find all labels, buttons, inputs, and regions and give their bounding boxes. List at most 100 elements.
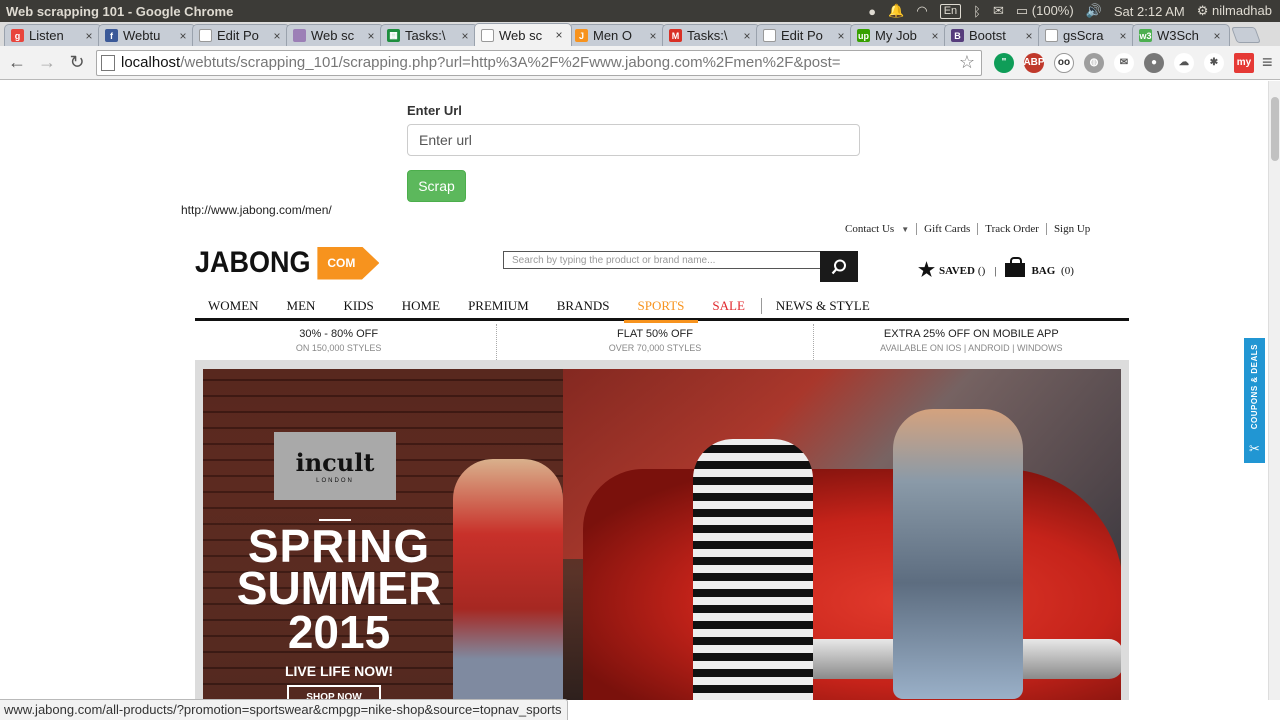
tab-favicon-icon: up <box>857 29 870 42</box>
close-icon[interactable]: × <box>459 29 471 43</box>
nav-item-sports[interactable]: SPORTS <box>623 292 699 323</box>
new-tab-button[interactable] <box>1231 27 1261 43</box>
wifi-icon[interactable]: ◠ <box>916 3 927 19</box>
nav-item-brands[interactable]: BRANDS <box>543 292 624 320</box>
promo-subtitle: AVAILABLE ON IOS | ANDROID | WINDOWS <box>880 343 1063 353</box>
status-bubble: www.jabong.com/all-products/?promotion=s… <box>0 699 568 720</box>
browser-tab[interactable]: f Webtu × <box>98 24 196 46</box>
nav-item-home[interactable]: HOME <box>388 292 454 320</box>
close-icon[interactable]: × <box>271 29 283 43</box>
gift-cards-link[interactable]: Gift Cards <box>924 223 970 235</box>
shop-now-button[interactable]: SHOP NOW <box>287 685 381 700</box>
browser-tab[interactable]: Web sc × <box>474 23 572 46</box>
browser-tab[interactable]: J Men O × <box>568 24 666 46</box>
close-icon[interactable]: × <box>929 29 941 43</box>
back-button[interactable]: ← <box>4 50 30 76</box>
battery-indicator[interactable]: ▭ (100%) <box>1016 3 1074 19</box>
browser-tab[interactable]: Edit Po × <box>192 24 290 46</box>
track-order-link[interactable]: Track Order <box>985 223 1039 235</box>
address-bar[interactable]: localhost /webtuts/scrapping_101/scrappi… <box>96 49 982 76</box>
cloud-extension-icon[interactable]: ☁ <box>1174 52 1194 73</box>
browser-tab[interactable]: M Tasks:\ × <box>662 24 760 46</box>
volume-icon[interactable]: 🔊 <box>1086 3 1102 19</box>
browser-tab[interactable]: gsScra × <box>1038 24 1136 46</box>
browser-tab[interactable]: ▦ Tasks:\ × <box>380 24 478 46</box>
scrollbar-thumb[interactable] <box>1271 97 1279 161</box>
promo-item[interactable]: 30% - 80% OFF ON 150,000 STYLES <box>181 324 496 360</box>
close-icon[interactable]: × <box>365 29 377 43</box>
close-icon[interactable]: × <box>835 29 847 43</box>
close-icon[interactable]: × <box>1023 29 1035 43</box>
close-icon[interactable]: × <box>741 29 753 43</box>
bag-label: BAG <box>1031 264 1056 277</box>
close-icon[interactable]: × <box>647 29 659 43</box>
session-menu[interactable]: ⚙ nilmadhab <box>1197 3 1272 19</box>
close-icon[interactable]: × <box>553 28 565 42</box>
bag-link[interactable]: BAG (0) <box>1031 265 1073 277</box>
nav-item-kids[interactable]: KIDS <box>329 292 387 320</box>
promo-item[interactable]: EXTRA 25% OFF ON MOBILE APP AVAILABLE ON … <box>812 324 1129 360</box>
promo-title: EXTRA 25% OFF ON MOBILE APP <box>883 328 1059 340</box>
hero-banner[interactable]: incult LONDON SPRING SUMMER 2015 LIVE LI… <box>195 360 1129 700</box>
browser-tab[interactable]: w3 W3Sch × <box>1132 24 1230 46</box>
close-icon[interactable]: × <box>83 29 95 43</box>
chrome-menu-icon[interactable]: ≡ <box>1262 52 1273 73</box>
url-input[interactable] <box>407 124 860 156</box>
nav-item-sale[interactable]: SALE <box>698 292 759 320</box>
battery-text: (100%) <box>1031 3 1074 18</box>
tab-label: gsScra <box>1063 28 1104 43</box>
globe-extension-icon[interactable]: ◍ <box>1084 52 1104 73</box>
browser-tab[interactable]: g Listen × <box>4 24 102 46</box>
browser-tab[interactable]: B Bootst × <box>944 24 1042 46</box>
close-icon[interactable]: × <box>177 29 189 43</box>
contact-us-link[interactable]: Contact Us <box>845 223 894 235</box>
tab-favicon-icon: f <box>105 29 118 42</box>
reload-button[interactable]: ↻ <box>64 50 90 76</box>
bookmark-star-icon[interactable]: ☆ <box>959 52 975 73</box>
coupons-label: COUPONS & DEALS <box>1250 344 1259 430</box>
tab-favicon-icon <box>481 28 494 42</box>
adblock-extension-icon[interactable]: ABP <box>1023 52 1045 73</box>
os-top-bar: Web scrapping 101 - Google Chrome ● 🔔 ◠ … <box>0 0 1280 22</box>
close-icon[interactable]: × <box>1117 29 1129 43</box>
browser-tab[interactable]: Web sc × <box>286 24 384 46</box>
bluetooth-icon[interactable]: ᛒ <box>973 4 981 19</box>
promo-item[interactable]: FLAT 50% OFF OVER 70,000 STYLES <box>496 324 812 360</box>
mail-extension-icon[interactable]: ✉ <box>1114 52 1134 73</box>
sign-up-link[interactable]: Sign Up <box>1054 223 1090 235</box>
product-search-input[interactable] <box>503 251 821 269</box>
forward-arrow-icon: → <box>38 52 56 72</box>
tab-label: Edit Po <box>217 28 259 43</box>
github-extension-icon[interactable]: ● <box>1144 52 1164 73</box>
search-button[interactable] <box>820 251 858 282</box>
bug-extension-icon[interactable]: ✱ <box>1204 52 1224 73</box>
coupons-deals-tab[interactable]: COUPONS & DEALS ✂ <box>1244 338 1265 463</box>
nav-item-women[interactable]: WOMEN <box>195 292 273 320</box>
mail-icon[interactable]: ✉ <box>993 3 1004 19</box>
notification-bell-icon[interactable]: 🔔 <box>888 3 904 19</box>
tab-strip: g Listen × f Webtu × Edit Po × Web sc × ▦ Tasks:\ × W… <box>0 22 1280 46</box>
my-extension-icon[interactable]: my <box>1234 52 1254 73</box>
clock[interactable]: Sat 2:12 AM <box>1114 4 1185 19</box>
vertical-scrollbar[interactable] <box>1268 81 1280 700</box>
nav-item-premium[interactable]: PREMIUM <box>454 292 543 320</box>
eyes-extension-icon[interactable]: oo <box>1054 52 1074 73</box>
tab-label: W3Sch <box>1157 28 1199 43</box>
model-striped-shirt-image <box>693 439 813 700</box>
nav-item-news-style[interactable]: NEWS & STYLE <box>762 292 884 320</box>
divider <box>916 223 918 235</box>
saved-link[interactable]: SAVED() <box>939 265 985 277</box>
hangouts-indicator-icon[interactable]: ● <box>868 4 876 19</box>
jabong-logo[interactable]: JABONG COM <box>195 246 380 280</box>
keyboard-layout-indicator[interactable]: En <box>939 3 962 19</box>
tab-label: My Job <box>875 28 917 43</box>
browser-tab[interactable]: Edit Po × <box>756 24 854 46</box>
close-icon[interactable]: × <box>1211 29 1223 43</box>
nav-item-men[interactable]: MEN <box>273 292 330 320</box>
scrap-button[interactable]: Scrap <box>407 170 466 202</box>
browser-tab[interactable]: up My Job × <box>850 24 948 46</box>
forward-button[interactable]: → <box>34 50 60 76</box>
hangouts-extension-icon[interactable]: " <box>994 52 1014 73</box>
saved-label: SAVED <box>939 264 975 277</box>
chevron-down-icon[interactable]: ▼ <box>901 225 909 234</box>
